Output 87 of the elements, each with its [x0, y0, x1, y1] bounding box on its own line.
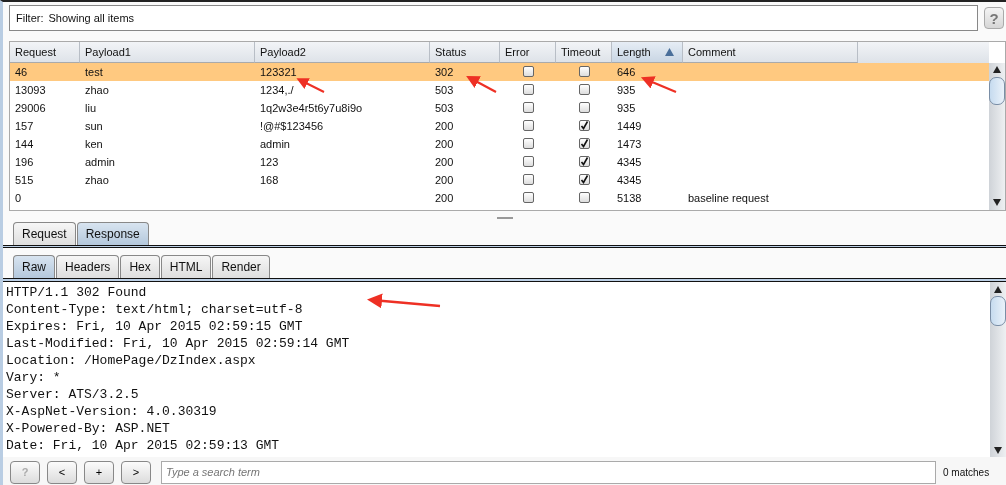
match-count: 0 matches: [943, 466, 990, 478]
table-cell: 144: [15, 137, 34, 150]
scroll-thumb[interactable]: [989, 76, 1005, 105]
table-cell: 1234,./: [260, 83, 294, 96]
response-line: Content-Type: text/html; charset=utf-8: [6, 301, 303, 319]
table-row[interactable]: 13093 zhao 1234,./ 503 935: [10, 80, 989, 99]
table-cell: 196: [15, 155, 34, 168]
filter-bar[interactable]: Filter: Showing all items: [9, 5, 978, 32]
table-cell: 29006: [15, 101, 46, 114]
annotation-arrow: [640, 76, 677, 93]
filter-text: Showing all items: [48, 12, 135, 25]
tab[interactable]: Raw: [13, 255, 55, 279]
table-cell: 1449: [617, 119, 642, 132]
column-header[interactable]: Payload2: [255, 41, 430, 63]
response-line: Date: Fri, 10 Apr 2015 02:59:13 GMT: [6, 437, 280, 455]
annotation-arrow: [466, 75, 497, 93]
table-cell: zhao: [85, 83, 109, 96]
table-cell: 13093: [15, 83, 46, 96]
scrollbar[interactable]: [989, 62, 1005, 210]
table-cell: 46: [15, 65, 28, 78]
help-button[interactable]: ?: [984, 7, 1004, 30]
response-line: X-AspNet-Version: 4.0.30319: [6, 403, 217, 421]
table-cell: 4345: [617, 173, 642, 186]
table-cell: sun: [85, 119, 103, 132]
column-header[interactable]: Payload1: [80, 41, 255, 63]
table-cell: 935: [617, 83, 636, 96]
filter-label: Filter:: [16, 12, 44, 25]
table-cell: 200: [435, 119, 454, 132]
scrollbar[interactable]: [990, 282, 1006, 458]
table-cell: 1q2w3e4r5t6y7u8i9o: [260, 101, 363, 114]
response-line: Location: /HomePage/DzIndex.aspx: [6, 352, 256, 370]
column-header[interactable]: Status: [430, 41, 500, 63]
scroll-thumb[interactable]: [990, 296, 1006, 327]
tab[interactable]: Hex: [120, 255, 160, 279]
search-nav-button[interactable]: <: [47, 460, 77, 484]
search-nav-button[interactable]: +: [84, 460, 114, 484]
table-cell: 157: [15, 119, 34, 132]
column-header[interactable]: Length: [612, 41, 683, 63]
table-row[interactable]: 196 admin 123 200 4345: [10, 152, 989, 171]
table-cell: liu: [85, 101, 96, 114]
table-cell: baseline request: [688, 191, 769, 204]
table-cell: 200: [435, 137, 454, 150]
response-line: Last-Modified: Fri, 10 Apr 2015 02:59:14 GMT: [6, 335, 350, 353]
table-cell: admin: [85, 155, 115, 168]
tab[interactable]: Request: [13, 221, 76, 245]
table-cell: 503: [435, 83, 454, 96]
column-header[interactable]: Error: [500, 41, 556, 63]
tab[interactable]: Headers: [56, 255, 120, 279]
table-cell: 302: [435, 65, 454, 78]
table-cell: admin: [260, 137, 290, 150]
search-nav-button[interactable]: >: [121, 460, 151, 484]
tab[interactable]: Render: [212, 255, 270, 279]
response-line: HTTP/1.1 302 Found: [6, 284, 147, 302]
tab[interactable]: Response: [76, 221, 149, 245]
table-row[interactable]: 144 ken admin 200 1473: [10, 134, 989, 153]
table-cell: 200: [435, 155, 454, 168]
table-row[interactable]: 29006 liu 1q2w3e4r5t6y7u8i9o 503 935: [10, 98, 989, 117]
table-cell: 515: [15, 173, 34, 186]
table-cell: 1473: [617, 137, 642, 150]
table-cell: zhao: [85, 173, 109, 186]
table-row[interactable]: 0 200 5138 baseline request: [10, 188, 989, 207]
column-header[interactable]: Comment: [683, 41, 858, 63]
table-cell: 0: [15, 191, 22, 204]
table-cell: 200: [435, 191, 454, 204]
search-field[interactable]: Type a search term: [161, 460, 936, 484]
response-line: Expires: Fri, 10 Apr 2015 02:59:15 GMT: [6, 318, 303, 336]
response-line: Vary: *: [6, 369, 61, 387]
response-line: Server: ATS/3.2.5: [6, 386, 139, 404]
table-cell: 935: [617, 101, 636, 114]
column-header[interactable]: Request: [10, 41, 80, 63]
tab[interactable]: HTML: [160, 255, 212, 279]
annotation-arrow: [296, 78, 325, 93]
table-row[interactable]: 515 zhao 168 200 4345: [10, 170, 989, 189]
table-cell: 123321: [260, 65, 297, 78]
table-cell: 168: [260, 173, 279, 186]
table-cell: 123: [260, 155, 279, 168]
table-cell: 200: [435, 173, 454, 186]
table-row[interactable]: 157 sun !@#$123456 200 1449: [10, 116, 989, 135]
table-cell: !@#$123456: [260, 119, 324, 132]
table-cell: 4345: [617, 155, 642, 168]
table-cell: ken: [85, 137, 103, 150]
response-line: X-Powered-By: ASP.NET: [6, 420, 170, 438]
table-cell: 503: [435, 101, 454, 114]
table-cell: test: [85, 65, 103, 78]
table-cell: 646: [617, 65, 636, 78]
sort-ascending-icon: [665, 47, 674, 56]
table-cell: 5138: [617, 191, 642, 204]
